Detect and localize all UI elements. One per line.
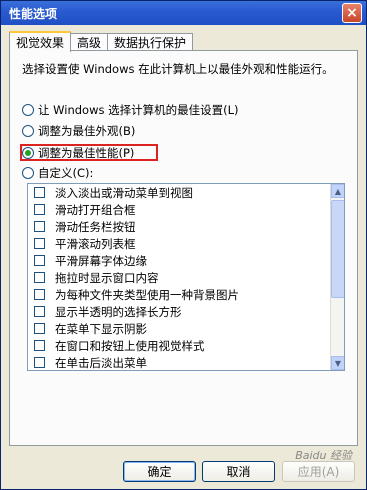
radio-button-selected[interactable] xyxy=(22,146,34,159)
dialog-buttons: 确定 取消 应用(A) xyxy=(1,461,366,483)
list-item-label: 显示半透明的选择长方形 xyxy=(55,304,182,319)
apply-button[interactable]: 应用(A) xyxy=(282,461,355,482)
checkbox[interactable] xyxy=(34,255,45,266)
scrollbar-thumb[interactable] xyxy=(331,200,344,298)
chevron-up-icon: ▲ xyxy=(334,186,342,196)
window-title: 性能选项 xyxy=(9,6,58,21)
scroll-down-button[interactable]: ▼ xyxy=(331,356,344,370)
list-item-label: 滑动任务栏按钮 xyxy=(55,219,136,234)
checkbox[interactable] xyxy=(34,340,45,351)
list-item[interactable]: 拖拉时显示窗口内容 xyxy=(28,269,344,286)
visual-effects-list[interactable]: 淡入淡出或滑动菜单到视图 滑动打开组合框 滑动任务栏按钮 平滑滚动列表框 平滑屏… xyxy=(27,183,345,371)
tab-visual-effects[interactable]: 视觉效果 xyxy=(9,31,72,52)
tab-dep-label: 数据执行保护 xyxy=(114,36,187,50)
checkbox[interactable] xyxy=(34,357,45,368)
radio-label: 调整为最佳性能(P) xyxy=(38,145,135,160)
performance-options-dialog: 性能选项 × 视觉效果 高级 数据执行保护 选择设置使 Windows 在此计算… xyxy=(0,0,367,490)
checkbox[interactable] xyxy=(34,323,45,334)
title-bar: 性能选项 × xyxy=(1,1,366,25)
list-item-label: 在菜单下显示阴影 xyxy=(55,321,147,336)
close-button[interactable]: × xyxy=(342,3,362,23)
list-item[interactable]: 在单击后淡出菜单 xyxy=(28,354,344,370)
radio-custom[interactable]: 自定义(C): xyxy=(22,164,93,181)
close-icon: × xyxy=(346,5,358,21)
checkbox[interactable] xyxy=(34,238,45,249)
tab-strip: 视觉效果 高级 数据执行保护 xyxy=(9,31,194,52)
list-item-label: 在窗口和按钮上使用视觉样式 xyxy=(55,338,205,353)
list-item-label: 平滑滚动列表框 xyxy=(55,236,136,251)
list-item[interactable]: 为每种文件夹类型使用一种背景图片 xyxy=(28,286,344,303)
chevron-down-icon: ▼ xyxy=(334,358,342,368)
list-item[interactable]: 滑动任务栏按钮 xyxy=(28,218,344,235)
ok-button-label: 确定 xyxy=(147,465,172,479)
checkbox[interactable] xyxy=(34,306,45,317)
list-item-label: 在单击后淡出菜单 xyxy=(55,355,147,370)
list-item-label: 淡入淡出或滑动菜单到视图 xyxy=(55,185,193,200)
radio-label: 自定义(C): xyxy=(38,165,94,180)
ok-button[interactable]: 确定 xyxy=(123,461,196,482)
cancel-button[interactable]: 取消 xyxy=(202,461,275,482)
list-item[interactable]: 在窗口和按钮上使用视觉样式 xyxy=(28,337,344,354)
radio-best-appearance[interactable]: 调整为最佳外观(B) xyxy=(22,122,135,139)
radio-button[interactable] xyxy=(22,124,34,137)
list-item[interactable]: 淡入淡出或滑动菜单到视图 xyxy=(28,184,344,201)
vertical-scrollbar[interactable]: ▲ ▼ xyxy=(330,184,344,370)
radio-button[interactable] xyxy=(22,103,34,116)
cancel-button-label: 取消 xyxy=(226,465,251,479)
checkbox[interactable] xyxy=(34,204,45,215)
apply-button-label: 应用(A) xyxy=(297,465,340,479)
visual-effects-panel: 选择设置使 Windows 在此计算机上以最佳外观和性能运行。 让 Window… xyxy=(9,50,358,446)
radio-label: 让 Windows 选择计算机的最佳设置(L) xyxy=(38,102,239,117)
tab-advanced[interactable]: 高级 xyxy=(70,33,109,51)
radio-button[interactable] xyxy=(22,166,34,179)
list-item[interactable]: 在菜单下显示阴影 xyxy=(28,320,344,337)
scroll-up-button[interactable]: ▲ xyxy=(331,184,344,198)
description-text: 选择设置使 Windows 在此计算机上以最佳外观和性能运行。 xyxy=(22,62,334,76)
checkbox[interactable] xyxy=(34,187,45,198)
radio-best-performance[interactable]: 调整为最佳性能(P) xyxy=(22,144,134,161)
list-item[interactable]: 平滑滚动列表框 xyxy=(28,235,344,252)
tab-data-execution-prevention[interactable]: 数据执行保护 xyxy=(107,33,194,51)
radio-label: 调整为最佳外观(B) xyxy=(38,123,136,138)
radio-let-windows-choose[interactable]: 让 Windows 选择计算机的最佳设置(L) xyxy=(22,101,239,118)
list-item-label: 平滑屏幕字体边缘 xyxy=(55,253,147,268)
list-item[interactable]: 显示半透明的选择长方形 xyxy=(28,303,344,320)
list-item[interactable]: 滑动打开组合框 xyxy=(28,201,344,218)
checkbox[interactable] xyxy=(34,289,45,300)
list-item-label: 为每种文件夹类型使用一种背景图片 xyxy=(55,287,239,302)
list-item[interactable]: 平滑屏幕字体边缘 xyxy=(28,252,344,269)
checkbox[interactable] xyxy=(34,221,45,232)
tab-advanced-label: 高级 xyxy=(77,36,102,50)
tab-visual-effects-label: 视觉效果 xyxy=(16,36,65,50)
list-item-label: 拖拉时显示窗口内容 xyxy=(55,270,159,285)
list-item-label: 滑动打开组合框 xyxy=(55,202,136,217)
checkbox[interactable] xyxy=(34,272,45,283)
